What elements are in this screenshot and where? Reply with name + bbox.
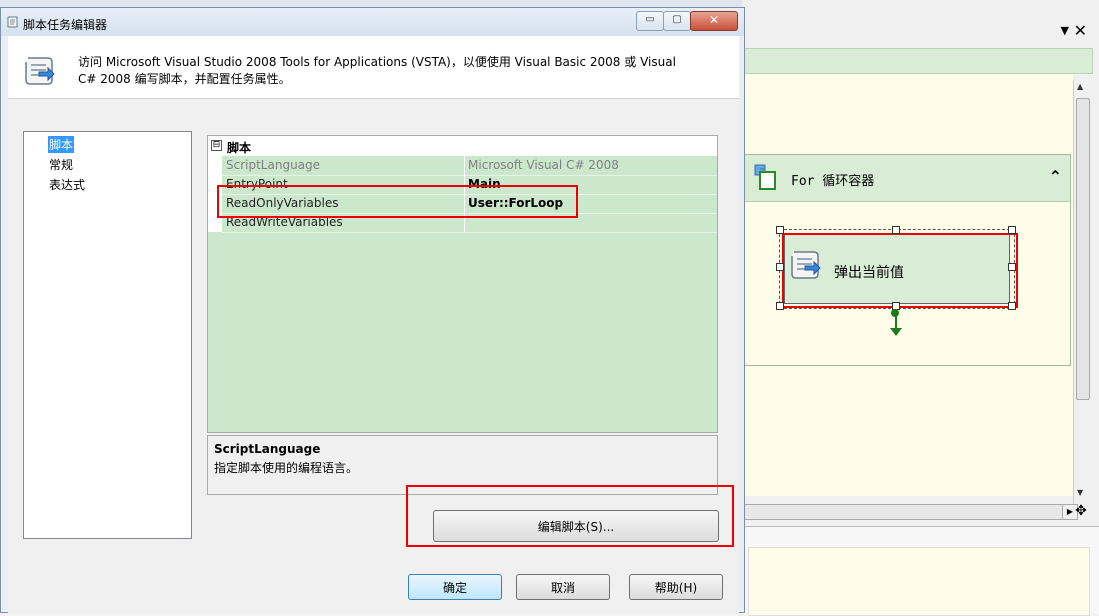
nav-item-expressions[interactable]: 表达式 — [48, 176, 86, 193]
category-label: 脚本 — [227, 141, 252, 155]
scroll-up-icon[interactable]: ▲ — [1077, 82, 1083, 91]
help-title: ScriptLanguage — [214, 442, 321, 456]
edit-script-highlight-box — [406, 485, 734, 547]
pan-move-icon[interactable]: ✥ — [1072, 502, 1090, 520]
vertical-scrollbar[interactable]: ▲ ▼ — [1073, 80, 1091, 504]
readonly-highlight-box — [217, 185, 578, 218]
designer-header: ▼ ✕ — [742, 21, 1099, 44]
resize-handle[interactable] — [776, 302, 784, 310]
property-name: ScriptLanguage — [226, 158, 321, 172]
resize-handle[interactable] — [1008, 302, 1016, 310]
dropdown-icon[interactable]: ▼ — [1061, 24, 1069, 37]
nav-item-general[interactable]: 常规 — [48, 156, 74, 173]
description-area: 访问 Microsoft Visual Studio 2008 Tools fo… — [8, 36, 739, 99]
column-separator — [464, 156, 465, 175]
resize-handle[interactable] — [1008, 263, 1016, 271]
property-row-scriptlanguage[interactable]: ScriptLanguage Microsoft Visual C# 2008 — [222, 156, 717, 176]
designer-panel: ▼ ✕ For 循环容器 ⌃ 弹出当前值 ▲ ▼ ▶ ✥ — [742, 0, 1099, 616]
collapse-icon[interactable]: ⌃ — [1049, 167, 1062, 186]
connector-dot — [891, 309, 899, 317]
title-bar[interactable]: 脚本任务编辑器 ▭ ▢ ✕ — [1, 8, 744, 36]
connector-arrow-icon — [890, 328, 902, 336]
scroll-thumb[interactable] — [1076, 98, 1090, 400]
script-icon — [7, 16, 18, 28]
resize-handle[interactable] — [892, 226, 900, 234]
property-value[interactable]: Microsoft Visual C# 2008 — [468, 158, 619, 172]
dialog-title: 脚本任务编辑器 — [23, 18, 108, 32]
maximize-button[interactable]: ▢ — [663, 11, 691, 31]
script-task-icon — [791, 251, 821, 279]
collapse-toggle-icon[interactable]: ⊟ — [211, 140, 222, 151]
designer-tab-strip — [742, 48, 1093, 74]
minimize-button[interactable]: ▭ — [636, 11, 664, 31]
property-grid: ⊟ 脚本 ScriptLanguage Microsoft Visual C# … — [207, 135, 718, 433]
close-button[interactable]: ✕ — [690, 11, 738, 31]
dialog-client-area: 访问 Microsoft Visual Studio 2008 Tools fo… — [8, 36, 739, 614]
for-loop-header[interactable]: For 循环容器 ⌃ — [743, 155, 1070, 202]
close-icon[interactable]: ✕ — [1074, 21, 1087, 40]
cancel-button[interactable]: 取消 — [516, 574, 610, 600]
ok-button[interactable]: 确定 — [408, 574, 502, 600]
script-task-icon — [25, 57, 55, 85]
script-task-label: 弹出当前值 — [834, 265, 904, 281]
help-description: 指定脚本使用的编程语言。 — [214, 461, 359, 475]
dialog-description: 访问 Microsoft Visual Studio 2008 Tools fo… — [78, 55, 676, 86]
scroll-down-icon[interactable]: ▼ — [1077, 488, 1083, 497]
resize-handle[interactable] — [1008, 226, 1016, 234]
lower-pane — [742, 526, 1099, 616]
resize-handle[interactable] — [776, 263, 784, 271]
help-button[interactable]: 帮助(H) — [629, 574, 723, 600]
navigation-pane: 脚本 常规 表达式 — [23, 131, 192, 539]
lower-pane-content — [748, 547, 1090, 616]
horizontal-scrollbar[interactable] — [742, 504, 1064, 520]
script-task-editor-dialog: 脚本任务编辑器 ▭ ▢ ✕ 访问 Microsoft Visual Studio… — [0, 7, 745, 614]
property-category[interactable]: ⊟ 脚本 — [208, 136, 717, 156]
nav-item-script[interactable]: 脚本 — [48, 136, 75, 153]
for-loop-icon — [754, 164, 776, 190]
for-loop-title: For 循环容器 — [791, 174, 875, 189]
resize-handle[interactable] — [776, 226, 784, 234]
